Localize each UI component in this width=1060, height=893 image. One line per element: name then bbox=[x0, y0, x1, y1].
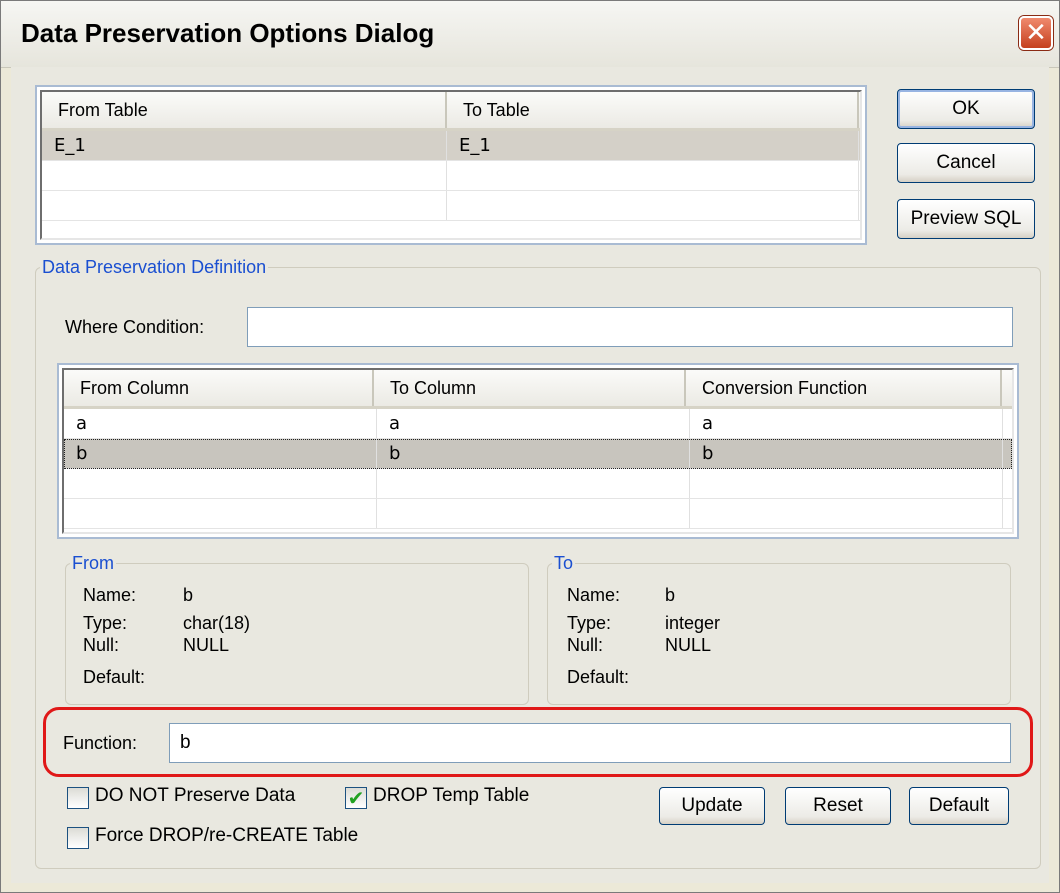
cell-to-table bbox=[447, 191, 859, 220]
from-default-label: Default: bbox=[83, 667, 146, 687]
table-row[interactable] bbox=[64, 499, 1012, 529]
close-icon[interactable]: ✕ bbox=[1019, 16, 1053, 50]
table-row[interactable] bbox=[42, 161, 860, 191]
from-name-value: b bbox=[183, 585, 194, 605]
force-drop-recreate-table-label[interactable]: Force DROP/re-CREATE Table bbox=[95, 825, 358, 847]
group-title: Data Preservation Definition bbox=[42, 257, 267, 277]
cell-from-column: a bbox=[64, 409, 377, 438]
cell-from-column bbox=[64, 469, 377, 498]
column-header-conversion-function[interactable]: Conversion Function bbox=[686, 370, 1002, 406]
cell-to-column bbox=[377, 469, 690, 498]
cancel-button[interactable]: Cancel bbox=[897, 143, 1035, 183]
where-condition-label: Where Condition: bbox=[65, 317, 205, 337]
cell-conversion-function bbox=[690, 469, 1003, 498]
from-type-value: char(18) bbox=[183, 613, 251, 633]
to-null-label: Null: bbox=[567, 635, 604, 655]
to-group-title: To bbox=[554, 553, 574, 573]
title-bar[interactable]: Data Preservation Options Dialog ✕ bbox=[1, 1, 1059, 68]
cell-from-column bbox=[64, 499, 377, 528]
cell-to-column: a bbox=[377, 409, 690, 438]
table-row[interactable]: b b b bbox=[64, 439, 1012, 469]
cell-to-column bbox=[377, 499, 690, 528]
from-null-label: Null: bbox=[83, 635, 120, 655]
to-name-value: b bbox=[665, 585, 676, 605]
to-default-label: Default: bbox=[567, 667, 630, 687]
cell-to-column: b bbox=[377, 439, 690, 468]
cell-conversion-function: a bbox=[690, 409, 1003, 438]
from-group-title: From bbox=[72, 553, 114, 573]
table-row[interactable]: E_1 E_1 bbox=[42, 131, 860, 161]
columns-grid[interactable]: From Column To Column Conversion Functio… bbox=[57, 363, 1019, 539]
dialog-title: Data Preservation Options Dialog bbox=[21, 18, 435, 48]
from-type-label: Type: bbox=[83, 613, 128, 633]
column-header-from-table[interactable]: From Table bbox=[42, 92, 447, 128]
tables-grid[interactable]: From Table To Table E_1 E_1 bbox=[35, 85, 867, 245]
ok-button[interactable]: OK bbox=[897, 89, 1035, 129]
cell-from-column: b bbox=[64, 439, 377, 468]
do-not-preserve-data-checkbox[interactable] bbox=[67, 787, 89, 809]
cell-from-table: E_1 bbox=[42, 131, 447, 160]
to-null-value: NULL bbox=[665, 635, 712, 655]
default-button[interactable]: Default bbox=[909, 787, 1009, 825]
table-row[interactable] bbox=[64, 469, 1012, 499]
to-name-label: Name: bbox=[567, 585, 621, 605]
from-name-label: Name: bbox=[83, 585, 137, 605]
tables-grid-inner: From Table To Table E_1 E_1 bbox=[40, 90, 862, 240]
reset-button[interactable]: Reset bbox=[785, 787, 891, 825]
column-header-to-column[interactable]: To Column bbox=[374, 370, 686, 406]
tables-grid-header: From Table To Table bbox=[42, 92, 860, 131]
cell-to-table bbox=[447, 161, 859, 190]
cell-to-table: E_1 bbox=[447, 131, 859, 160]
function-label: Function: bbox=[63, 733, 138, 753]
cell-from-table bbox=[42, 191, 447, 220]
function-input[interactable]: b bbox=[169, 723, 1011, 763]
cell-conversion-function: b bbox=[690, 439, 1003, 468]
cell-from-table bbox=[42, 161, 447, 190]
preview-sql-button[interactable]: Preview SQL bbox=[897, 199, 1035, 239]
from-null-value: NULL bbox=[183, 635, 230, 655]
column-header-to-table[interactable]: To Table bbox=[447, 92, 859, 128]
dialog-window: Data Preservation Options Dialog ✕ From … bbox=[0, 0, 1060, 893]
to-type-value: integer bbox=[665, 613, 721, 633]
drop-temp-table-checkbox[interactable]: ✔ bbox=[345, 787, 367, 809]
to-type-label: Type: bbox=[567, 613, 612, 633]
table-row[interactable]: a a a bbox=[64, 409, 1012, 439]
cell-conversion-function bbox=[690, 499, 1003, 528]
columns-grid-inner: From Column To Column Conversion Functio… bbox=[62, 368, 1014, 534]
dialog-client-area: From Table To Table E_1 E_1 OK Cancel Pr… bbox=[11, 67, 1049, 883]
where-condition-input[interactable] bbox=[247, 307, 1013, 347]
force-drop-recreate-table-checkbox[interactable] bbox=[67, 827, 89, 849]
do-not-preserve-data-label[interactable]: DO NOT Preserve Data bbox=[95, 785, 295, 807]
drop-temp-table-label[interactable]: DROP Temp Table bbox=[373, 785, 529, 807]
column-header-from-column[interactable]: From Column bbox=[64, 370, 374, 406]
table-row[interactable] bbox=[42, 191, 860, 221]
update-button[interactable]: Update bbox=[659, 787, 765, 825]
columns-grid-header: From Column To Column Conversion Functio… bbox=[64, 370, 1012, 409]
